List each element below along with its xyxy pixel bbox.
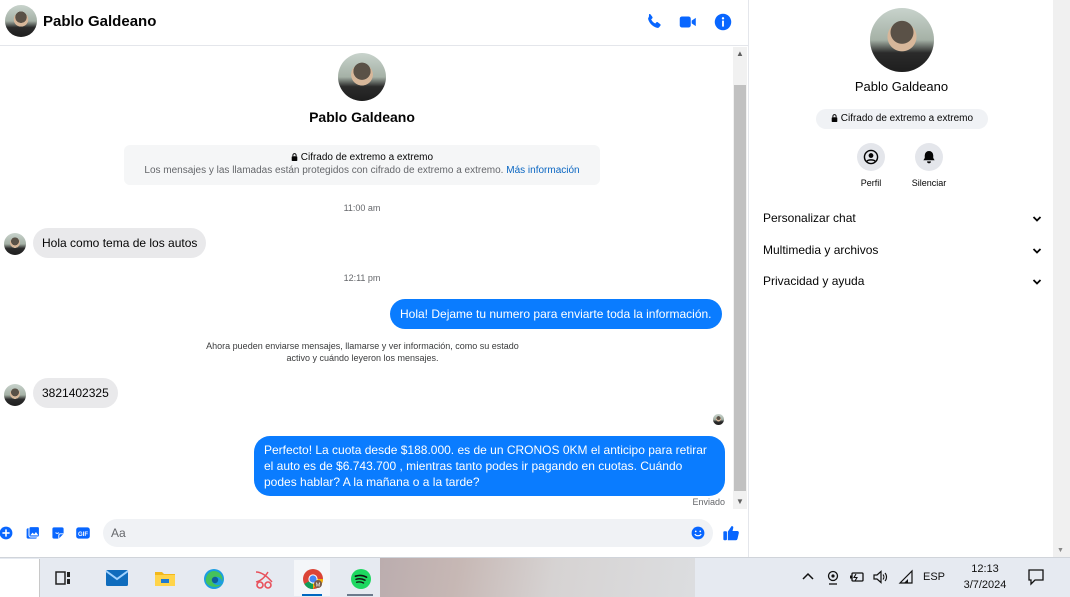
- active-app-indicator: [347, 594, 373, 596]
- section-label: Multimedia y archivos: [763, 243, 879, 257]
- scroll-down-arrow-icon[interactable]: ▼: [733, 495, 747, 509]
- volume-icon[interactable]: [872, 569, 888, 585]
- clock-date: 3/7/2024: [963, 579, 1007, 591]
- svg-text:M: M: [316, 582, 321, 588]
- conversation-info-panel: Pablo Galdeano Cifrado de extremo a extr…: [750, 0, 1053, 557]
- edge-browser-button[interactable]: [195, 560, 231, 596]
- spotify-icon: [351, 569, 371, 589]
- sticker-icon[interactable]: [50, 525, 66, 541]
- info-icon[interactable]: [712, 11, 734, 33]
- taskbar-search-box[interactable]: [0, 559, 40, 597]
- video-call-icon[interactable]: [677, 11, 699, 33]
- scroll-down-arrow-icon[interactable]: ▼: [1057, 547, 1064, 554]
- message-list[interactable]: Pablo Galdeano Cifrado de extremo a extr…: [0, 47, 733, 509]
- section-label: Personalizar chat: [763, 211, 856, 225]
- outgoing-message[interactable]: Hola! Dejame tu numero para enviarte tod…: [390, 299, 722, 329]
- seen-indicator-avatar: [713, 414, 724, 425]
- active-app-indicator: [302, 594, 322, 596]
- show-hidden-icons-chevron-up-icon[interactable]: [801, 569, 815, 585]
- clock-time: 12:13: [971, 563, 999, 575]
- input-language[interactable]: ESP: [923, 571, 945, 583]
- image-icon[interactable]: [25, 525, 41, 541]
- camera-icon[interactable]: [826, 569, 840, 585]
- folder-icon: [155, 572, 175, 586]
- chat-notice: Ahora pueden enviarse mensajes, llamarse…: [170, 340, 555, 364]
- snipping-tool-button[interactable]: [245, 560, 281, 596]
- section-privacy-help[interactable]: Privacidad y ayuda: [763, 271, 1043, 293]
- notice-line: activo y cuándo leyeron los mensajes.: [286, 353, 439, 363]
- notification-center-icon[interactable]: [1027, 568, 1045, 586]
- svg-text:GIF: GIF: [78, 532, 88, 538]
- scroll-thumb[interactable]: [734, 85, 746, 491]
- timestamp: 12:11 pm: [343, 273, 381, 283]
- chevron-down-icon: [1032, 279, 1042, 285]
- chat-window: Pablo Galdeano Pablo Galdeano Cifrado de…: [0, 0, 749, 557]
- edge-icon: [204, 569, 224, 589]
- timestamp: 11:00 am: [343, 203, 381, 213]
- mail-icon: [105, 570, 129, 586]
- chevron-down-icon: [1032, 216, 1042, 222]
- lock-icon: [291, 153, 298, 161]
- chrome-browser-button[interactable]: M: [294, 560, 330, 596]
- encryption-notice: Cifrado de extremo a extremo Los mensaje…: [124, 145, 600, 185]
- profile-name: Pablo Galdeano: [309, 109, 415, 125]
- emoji-icon[interactable]: [690, 525, 706, 541]
- file-explorer-button[interactable]: [146, 560, 182, 596]
- outgoing-message[interactable]: Perfecto! La cuota desde $188.000. es de…: [254, 436, 725, 496]
- mute-button[interactable]: Silenciar: [899, 143, 959, 188]
- chrome-icon: M: [303, 569, 324, 590]
- more-info-link[interactable]: Más información: [506, 165, 579, 176]
- notice-line: Ahora pueden enviarse mensajes, llamarse…: [206, 341, 519, 351]
- profile-button[interactable]: Perfil: [841, 143, 901, 188]
- contact-avatar[interactable]: [5, 5, 37, 37]
- system-clock[interactable]: 12:13 3/7/2024: [956, 561, 1014, 593]
- task-view-button[interactable]: [45, 560, 81, 596]
- composer: GIF: [0, 517, 749, 551]
- phone-icon[interactable]: [643, 11, 665, 33]
- encryption-title: Cifrado de extremo a extremo: [300, 152, 434, 163]
- task-view-icon: [55, 571, 70, 585]
- windows-taskbar: M ESP 12:13 3/7/2024: [0, 557, 1070, 597]
- bell-icon: [923, 151, 935, 164]
- sender-avatar[interactable]: [4, 384, 26, 406]
- chat-header: Pablo Galdeano: [0, 0, 749, 46]
- incoming-message[interactable]: 3821402325: [33, 378, 118, 408]
- info-avatar[interactable]: [870, 8, 934, 72]
- mute-button-label: Silenciar: [911, 178, 947, 188]
- profile-avatar[interactable]: [338, 53, 386, 101]
- plus-icon[interactable]: [0, 525, 14, 541]
- gif-icon[interactable]: GIF: [75, 525, 91, 541]
- profile-icon: [863, 149, 879, 165]
- chevron-down-icon: [1032, 248, 1042, 254]
- encryption-badge[interactable]: Cifrado de extremo a extremo: [816, 109, 988, 129]
- contact-name[interactable]: Pablo Galdeano: [43, 13, 156, 30]
- chat-scrollbar[interactable]: ▲ ▼: [733, 47, 747, 509]
- encryption-text: Los mensajes y las llamadas están proteg…: [144, 165, 504, 176]
- section-customize-chat[interactable]: Personalizar chat: [763, 208, 1043, 230]
- incoming-message[interactable]: Hola como tema de los autos: [33, 228, 207, 258]
- section-label: Privacidad y ayuda: [763, 274, 865, 288]
- profile-button-label: Perfil: [860, 178, 882, 188]
- taskbar-background: [380, 558, 695, 597]
- thumbs-up-icon[interactable]: [722, 524, 740, 542]
- message-input[interactable]: [103, 519, 713, 547]
- wifi-icon[interactable]: [898, 569, 914, 585]
- sender-avatar[interactable]: [4, 233, 26, 255]
- page-scrollbar[interactable]: ▼: [1053, 0, 1070, 557]
- scissors-icon: [255, 571, 273, 589]
- mail-app-button[interactable]: [97, 560, 133, 596]
- encryption-badge-label: Cifrado de extremo a extremo: [840, 113, 974, 124]
- lock-icon: [831, 114, 838, 122]
- scroll-up-arrow-icon[interactable]: ▲: [733, 47, 747, 61]
- battery-icon[interactable]: [849, 569, 865, 585]
- section-media-files[interactable]: Multimedia y archivos: [763, 240, 1043, 262]
- sent-status: Enviado: [692, 497, 725, 507]
- spotify-app-button[interactable]: [342, 560, 378, 596]
- info-contact-name: Pablo Galdeano: [854, 79, 949, 94]
